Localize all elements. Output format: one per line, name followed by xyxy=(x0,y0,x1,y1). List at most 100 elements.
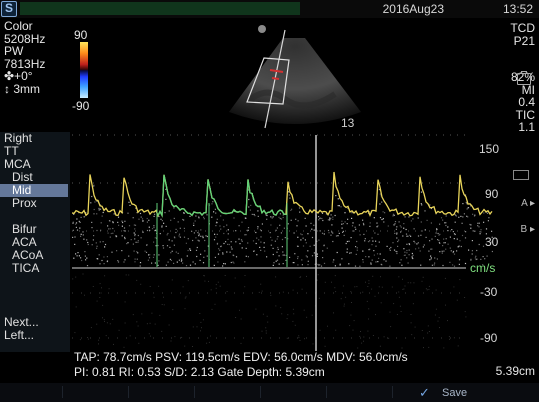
spectrum-pixel xyxy=(376,253,379,255)
spectrum-pixel xyxy=(410,220,412,222)
spectrum-pixel xyxy=(220,245,222,247)
spectrum-pixel xyxy=(477,222,479,224)
spectrum-pixel xyxy=(259,246,261,248)
spectrum-pixel xyxy=(123,230,125,232)
spectrum-pixel xyxy=(445,304,446,306)
spectrum-pixel xyxy=(271,239,273,241)
spectrum-pixel xyxy=(410,235,412,237)
spectrum-pixel xyxy=(390,246,392,249)
spectrum-pixel xyxy=(178,259,180,261)
softkey-5[interactable] xyxy=(264,386,327,398)
spectrum-pixel xyxy=(373,250,375,252)
menu-item-mid[interactable]: Mid xyxy=(0,184,68,197)
softkey-2[interactable] xyxy=(66,386,129,398)
spectrum-pixel xyxy=(224,263,226,265)
spectrum-pixel xyxy=(437,232,439,235)
spectrum-pixel xyxy=(302,237,304,239)
softkey-3[interactable] xyxy=(132,386,195,398)
menu-item-bifur[interactable]: Bifur xyxy=(12,223,37,236)
spectrum-pixel xyxy=(367,241,370,243)
spectrum-pixel xyxy=(253,250,255,252)
spectrum-pixel xyxy=(449,247,451,249)
spectrum-pixel xyxy=(222,253,224,255)
spectrum-pixel xyxy=(312,343,314,345)
spectrum-pixel xyxy=(195,237,197,239)
spectrum-pixel xyxy=(73,257,75,259)
spectrum-pixel xyxy=(341,220,343,222)
menu-item-dist[interactable]: Dist xyxy=(12,171,33,184)
menu-item-mca[interactable]: MCA xyxy=(4,158,31,171)
menu-item-prox[interactable]: Prox xyxy=(12,197,37,210)
spectrum-pixel xyxy=(162,247,165,249)
menu-item-next[interactable]: Next... xyxy=(4,316,39,329)
spectrum-pixel xyxy=(326,247,328,249)
menu-item-tt[interactable]: TT xyxy=(4,145,19,158)
spectrum-pixel xyxy=(104,275,106,277)
softkey-4[interactable] xyxy=(198,386,261,398)
spectrum-pixel xyxy=(379,345,381,347)
spectrum-pixel xyxy=(100,292,102,294)
spectrum-pixel xyxy=(364,238,366,240)
softkey-6[interactable] xyxy=(330,386,393,398)
spectrum-pixel xyxy=(129,204,131,206)
spectrum-pixel xyxy=(412,218,414,220)
spectrum-pixel xyxy=(333,312,334,314)
spectrum-pixel xyxy=(439,233,441,235)
spectrum-pixel xyxy=(348,240,350,242)
spectrum-pixel xyxy=(356,247,358,249)
menu-item-aca[interactable]: ACA xyxy=(12,236,37,249)
spectrum-pixel xyxy=(342,223,344,225)
spectrum-pixel xyxy=(466,215,468,217)
spectrum-pixel xyxy=(260,283,262,285)
spectrum-pixel xyxy=(140,216,142,218)
spectrum-pixel xyxy=(431,248,433,250)
softkey-1[interactable] xyxy=(0,386,63,398)
channel-b-marker: B ▸ xyxy=(520,224,535,235)
spectrum-pixel xyxy=(305,255,307,257)
spectrum-pixel xyxy=(215,287,217,289)
spectrum-pixel xyxy=(332,232,334,234)
menu-item-acoa[interactable]: ACoA xyxy=(12,249,43,262)
spectrum-pixel xyxy=(394,223,396,225)
spectrum-pixel xyxy=(443,238,445,240)
spectrum-pixel xyxy=(425,288,427,290)
spectrum-pixel xyxy=(373,217,375,219)
spectrum-pixel xyxy=(77,252,79,254)
spectrum-pixel xyxy=(393,303,395,305)
spectrum-pixel xyxy=(313,224,315,226)
spectrum-pixel xyxy=(196,326,198,328)
spectrum-pixel xyxy=(485,228,488,230)
spectrum-pixel xyxy=(411,252,413,255)
spectrum-pixel xyxy=(134,224,137,226)
spectrum-pixel xyxy=(338,232,340,234)
spectrum-pixel xyxy=(356,286,358,288)
spectrum-pixel xyxy=(410,314,412,315)
spectrum-pixel xyxy=(136,251,138,253)
spectrum-pixel xyxy=(161,304,163,305)
spectrum-pixel xyxy=(480,229,482,231)
menu-item-right[interactable]: Right xyxy=(4,132,32,145)
spectrum-pixel xyxy=(104,243,107,246)
spectrum-pixel xyxy=(79,227,81,229)
save-button[interactable]: ✓ Save xyxy=(412,385,482,400)
spectrum-pixel xyxy=(427,332,429,334)
spectrum-pixel xyxy=(134,258,136,260)
spectrum-pixel xyxy=(72,222,74,224)
spectrum-pixel xyxy=(458,263,460,265)
ultrasound-screen: S 2016Aug23 13:52 Color 5208Hz PW 7813Hz… xyxy=(0,0,539,402)
spectrum-pixel xyxy=(117,260,119,262)
spectrum-pixel xyxy=(380,302,382,304)
sweep-speed-icon[interactable] xyxy=(513,170,529,180)
menu-item-tica[interactable]: TICA xyxy=(12,262,39,275)
menu-item-left[interactable]: Left... xyxy=(4,329,34,342)
spectrum-pixel xyxy=(327,325,328,327)
spectrum-pixel xyxy=(195,230,197,232)
spectrum-pixel xyxy=(168,239,170,241)
spectrum-pixel xyxy=(158,260,160,262)
spectrum-pixel xyxy=(146,323,148,325)
spectrum-pixel xyxy=(148,254,150,256)
spectrum-pixel xyxy=(214,233,216,235)
system-logo-icon[interactable]: S xyxy=(1,1,17,17)
spectrum-pixel xyxy=(316,255,318,257)
spectrum-pixel xyxy=(293,313,295,315)
